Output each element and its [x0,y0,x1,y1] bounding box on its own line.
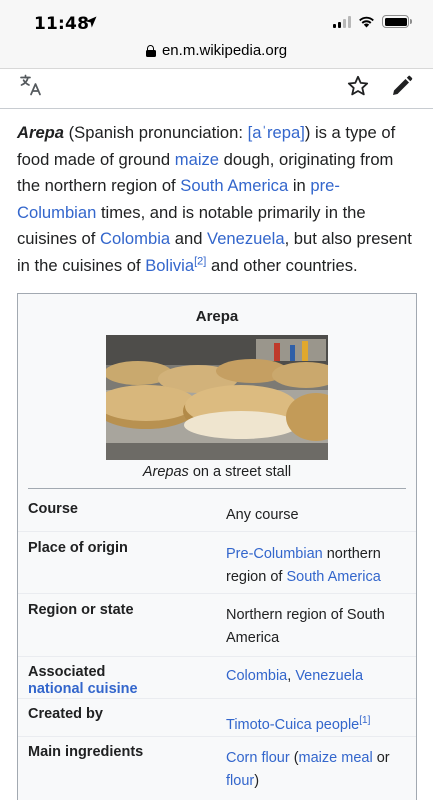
pencil-icon[interactable] [390,74,414,98]
status-icons [333,15,412,28]
row-label: Main ingredients [28,744,144,760]
status-time: 11:48 [34,14,90,34]
row-value: Any course [226,507,299,523]
infobox-row-course: Course Any course [18,493,416,531]
venezuela-link[interactable]: Venezuela [207,229,285,248]
ipa-link[interactable]: [aˈrepa] [248,123,305,142]
label-text: Associated [28,664,106,680]
row-value: Pre-Columbian northern region of South A… [226,543,406,589]
browser-header: 11:48 en.m.wikipedia.org [0,0,433,69]
infobox-row-origin: Place of origin Pre-Columbian northern r… [18,531,416,593]
arepa-photo[interactable] [106,335,328,460]
infobox-row-created: Created by Timoto-Cuica people[1] [18,698,416,736]
intro-text: (Spanish pronunciation: [64,123,248,142]
star-icon[interactable] [346,74,370,98]
row-value: Northern region of South America [226,607,385,646]
infobox-row-cuisine: Associated national cuisine Colombia, Ven… [18,656,416,698]
article-term: Arepa [17,123,65,142]
infobox-title: Arepa [195,308,239,325]
corn-flour-link[interactable]: Corn flour [226,750,290,766]
row-label: Created by [28,706,103,722]
infobox-caption: Arepas on a street stall [18,464,416,480]
venezuela-link[interactable]: Venezuela [295,668,363,684]
page-actions-toolbar [0,69,433,109]
reference-link[interactable]: [1] [359,715,370,726]
flour-link[interactable]: flour [226,773,254,789]
caption-italic: Arepas [142,464,189,480]
colombia-link[interactable]: Colombia [100,229,170,248]
infobox-divider [28,488,406,489]
intro-text: in [288,176,311,195]
row-label: Place of origin [28,540,128,556]
infobox: Arepa Arepas on a street stall Course An… [17,293,417,800]
infobox-row-region: Region or state Northern region of South… [18,593,416,656]
maize-link[interactable]: maize [175,150,219,169]
bolivia-link[interactable]: Bolivia [145,256,194,275]
language-icon[interactable] [19,73,43,97]
infobox-row-ingredients: Main ingredients Corn flour (maize meal … [18,736,416,800]
caption-text: on a street stall [188,464,292,480]
row-value: Corn flour (maize meal or flour) [226,747,406,793]
reference-link[interactable]: [2] [194,255,206,267]
cellular-signal-icon [333,15,351,28]
address-bar[interactable]: en.m.wikipedia.org [0,42,433,59]
timoto-cuica-link[interactable]: Timoto-Cuica people [226,717,359,733]
row-label: Associated national cuisine [28,664,208,698]
row-label: Course [28,501,78,517]
value-text: or [372,750,390,766]
url-text: en.m.wikipedia.org [161,42,288,59]
location-arrow-icon [85,16,97,28]
value-text: ) [254,773,260,789]
intro-paragraph: Arepa (Spanish pronunciation: [aˈrepa]) … [17,120,415,279]
row-value: Colombia, Venezuela [226,665,406,688]
row-label: Region or state [28,602,134,618]
value-text: ( [289,750,299,766]
south-america-link[interactable]: South America [180,176,288,195]
lock-icon [145,44,156,57]
south-america-link[interactable]: South America [286,569,380,585]
intro-text: and [170,229,208,248]
maize-meal-link[interactable]: maize meal [299,750,373,766]
row-value: Timoto-Cuica people[1] [226,709,406,737]
wifi-icon [359,16,374,28]
pre-columbian-link[interactable]: Pre-Columbian [226,546,323,562]
intro-text: and other countries. [206,255,358,275]
battery-icon [382,15,412,28]
national-cuisine-link[interactable]: national cuisine [28,681,138,697]
colombia-link[interactable]: Colombia [226,668,287,684]
